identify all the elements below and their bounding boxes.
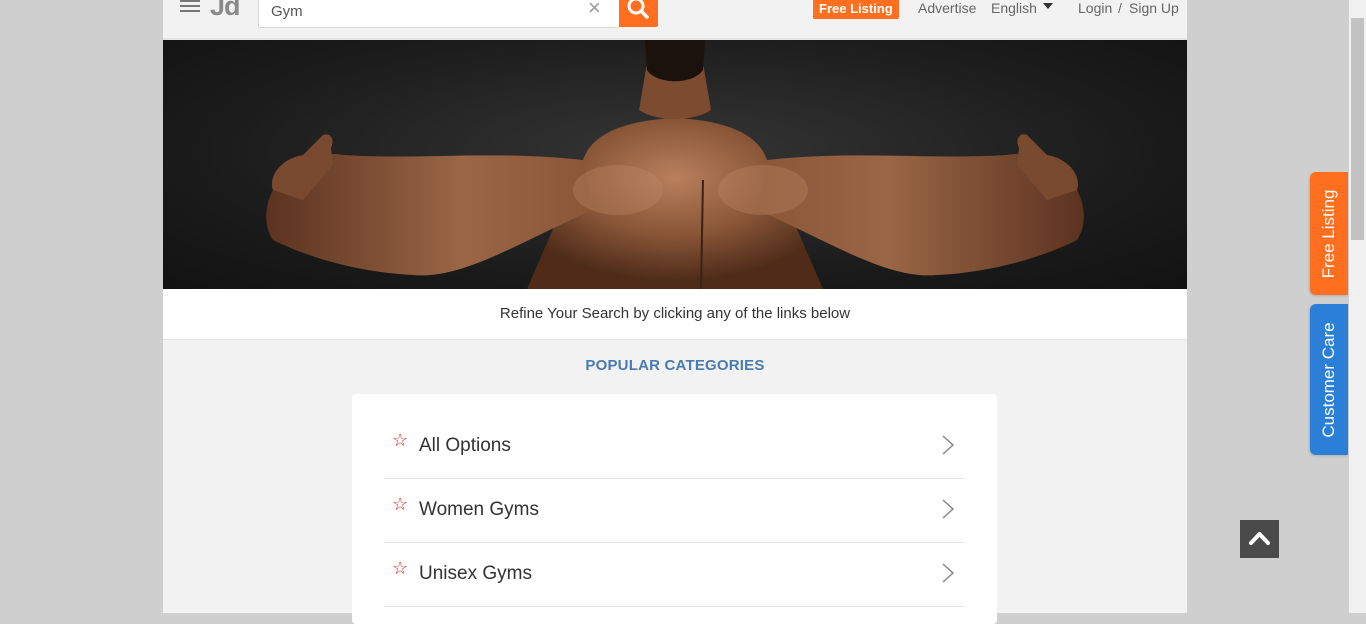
star-outline-icon: ☆ xyxy=(392,558,409,578)
free-listing-side-label: Free Listing xyxy=(1319,189,1338,278)
caret-down-icon[interactable] xyxy=(1043,3,1053,9)
customer-care-side-label: Customer Care xyxy=(1319,321,1338,438)
category-item-women-gyms[interactable]: ☆ Women Gyms xyxy=(384,478,965,543)
advertise-link[interactable]: Advertise xyxy=(918,0,976,17)
muscular-back-illustration xyxy=(266,40,1084,289)
login-link[interactable]: Login xyxy=(1078,0,1112,17)
customer-care-side-tab[interactable]: Customer Care xyxy=(1310,304,1348,455)
login-separator: / xyxy=(1118,0,1122,16)
free-listing-side-tab[interactable]: Free Listing xyxy=(1310,172,1348,295)
close-icon[interactable]: × xyxy=(588,0,601,19)
category-list: ☆ All Options ☆ Women Gyms ☆ Unisex Gyms xyxy=(352,394,997,624)
search-input[interactable] xyxy=(269,0,583,23)
justdial-logo[interactable]: Jd xyxy=(210,0,240,22)
top-header: Jd × Free Listing Advertise English Logi… xyxy=(163,0,1187,40)
signup-link[interactable]: Sign Up xyxy=(1129,0,1179,17)
category-label: All Options xyxy=(419,435,511,456)
category-label: Unisex Gyms xyxy=(419,563,532,584)
scroll-to-top-button[interactable] xyxy=(1240,520,1279,558)
popular-categories-title: POPULAR CATEGORIES xyxy=(585,357,765,374)
gym-banner-image xyxy=(163,40,1187,289)
star-outline-icon: ☆ xyxy=(392,430,409,450)
refine-search-text: Refine Your Search by clicking any of th… xyxy=(163,289,1187,340)
search-button[interactable] xyxy=(619,0,658,27)
search-icon xyxy=(627,0,649,19)
free-listing-button[interactable]: Free Listing xyxy=(813,0,899,19)
category-label: Women Gyms xyxy=(419,499,540,520)
chevron-right-icon xyxy=(942,435,955,455)
chevron-up-icon xyxy=(1249,532,1270,545)
search-box: × xyxy=(258,0,620,28)
category-item-all-options[interactable]: ☆ All Options xyxy=(384,414,965,479)
scrollbar-thumb[interactable] xyxy=(1351,18,1364,240)
chevron-right-icon xyxy=(942,563,955,583)
chevron-right-icon xyxy=(942,499,955,519)
star-outline-icon: ☆ xyxy=(392,494,409,514)
language-select[interactable]: English xyxy=(991,0,1037,17)
category-item-unisex-gyms[interactable]: ☆ Unisex Gyms xyxy=(384,542,965,607)
hamburger-icon[interactable] xyxy=(180,0,200,16)
